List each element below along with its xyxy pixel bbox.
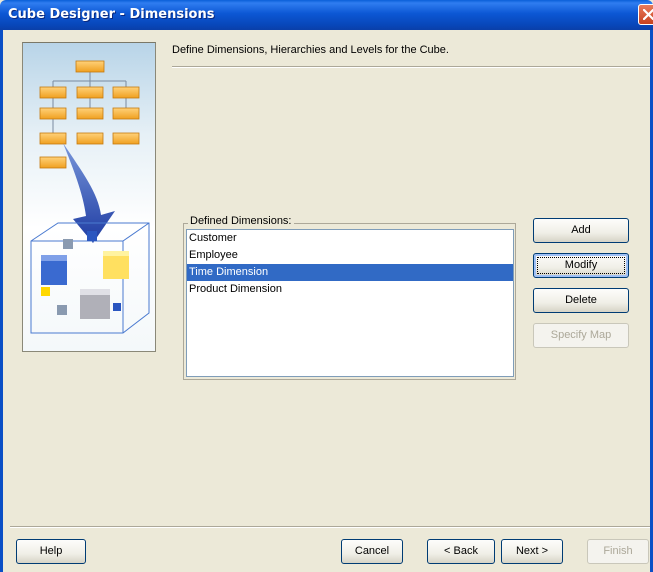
instruction-text: Define Dimensions, Hierarchies and Level… [172, 44, 449, 56]
header-separator [172, 66, 650, 68]
close-button[interactable] [638, 4, 653, 25]
next-button[interactable]: Next > [501, 539, 563, 564]
cancel-button[interactable]: Cancel [341, 539, 403, 564]
window-title: Cube Designer - Dimensions [8, 7, 215, 22]
focus-rectangle [537, 257, 625, 274]
back-button[interactable]: < Back [427, 539, 495, 564]
list-item-time-dimension[interactable]: Time Dimension [187, 264, 513, 281]
modify-button[interactable]: Modify [533, 253, 629, 278]
close-icon [643, 9, 653, 20]
wizard-graphic [22, 42, 156, 352]
help-button[interactable]: Help [16, 539, 86, 564]
specify-map-button[interactable]: Specify Map [533, 323, 629, 348]
delete-button[interactable]: Delete [533, 288, 629, 313]
finish-button[interactable]: Finish [587, 539, 649, 564]
footer-separator [10, 526, 650, 528]
defined-dimensions-label: Defined Dimensions: [188, 215, 294, 227]
cube-designer-window: Cube Designer - Dimensions Define Dimens… [0, 0, 653, 572]
cube-hierarchy-illustration-icon [30, 60, 150, 334]
list-item-employee[interactable]: Employee [187, 247, 513, 264]
list-item-customer[interactable]: Customer [187, 230, 513, 247]
title-bar[interactable]: Cube Designer - Dimensions [0, 0, 653, 30]
window-left-border [0, 30, 3, 572]
add-button[interactable]: Add [533, 218, 629, 243]
list-item-product-dimension[interactable]: Product Dimension [187, 281, 513, 298]
dimensions-list[interactable]: Customer Employee Time Dimension Product… [186, 229, 514, 377]
